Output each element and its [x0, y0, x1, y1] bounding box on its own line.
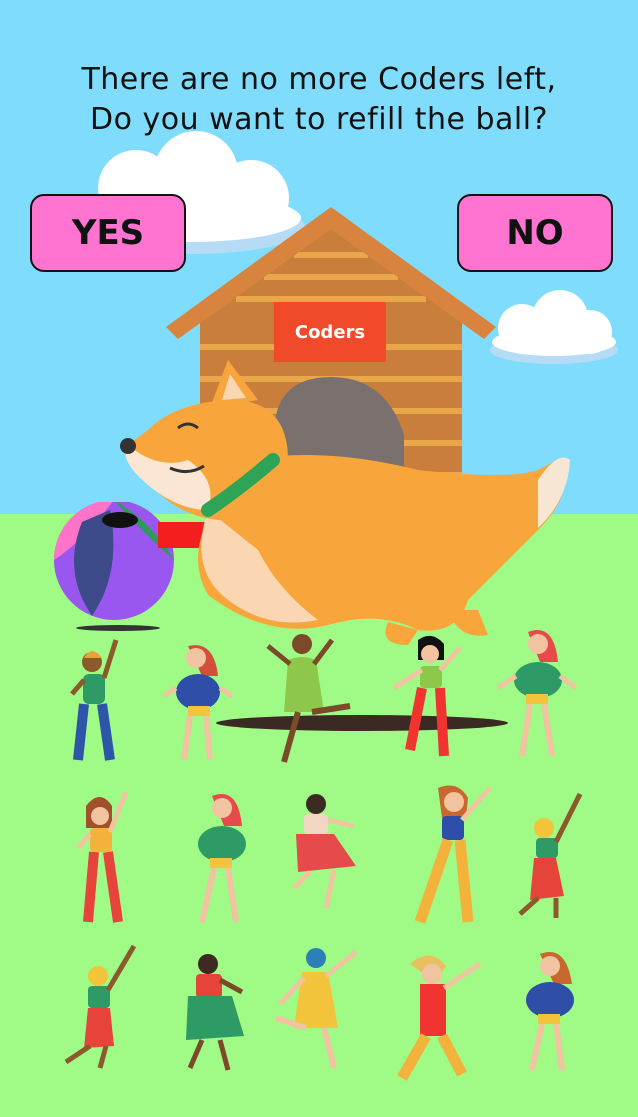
dancer-figure-icon [186, 954, 244, 1071]
dancer-figure-icon [76, 791, 129, 923]
dancer-figure-icon [70, 639, 119, 761]
dancer-figure-icon [414, 785, 492, 924]
dancer-figure-icon [64, 944, 137, 1069]
prompt-line-2: Do you want to refill the ball? [89, 102, 549, 137]
dancer-figure-icon [266, 634, 351, 763]
dancer-figure-icon [526, 952, 574, 1071]
dancer-figure-icon [397, 955, 482, 1081]
prompt-line-1: There are no more Coders left, [81, 62, 557, 97]
refill-prompt: There are no more Coders left, Do you wa… [0, 60, 638, 140]
dancer-figure-icon [518, 792, 583, 918]
house-sign-label: Coders [295, 322, 365, 343]
no-button[interactable]: NO [457, 194, 613, 272]
dancer-figure-icon [162, 645, 234, 761]
dancer-figure-icon [392, 635, 462, 757]
dancer-figure-icon [275, 948, 358, 1069]
dancer-figure-icon [292, 794, 356, 909]
dancer-figure-icon [496, 630, 578, 757]
corgi-icon[interactable] [118, 360, 578, 650]
yes-button[interactable]: YES [30, 194, 186, 272]
dancer-figure-icon [198, 794, 246, 923]
cloud-icon [490, 290, 618, 364]
